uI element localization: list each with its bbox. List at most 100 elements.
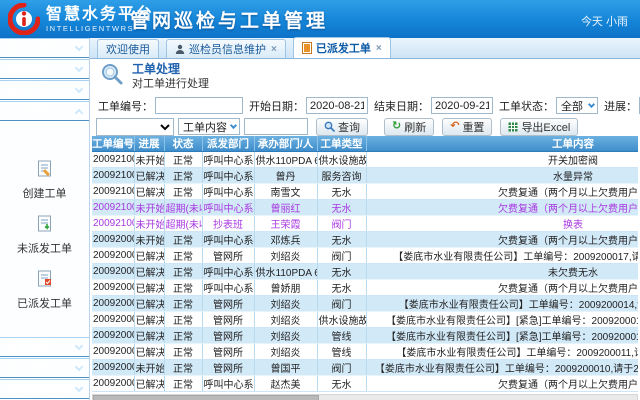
cell-no: 2009200013 (92, 312, 134, 328)
sidebar-item-create-workorder[interactable]: 创建工单 (0, 160, 89, 201)
column-header[interactable]: 状态 (164, 136, 202, 152)
refresh-icon: ↻ (392, 121, 401, 132)
cell-no: 2009200008 (92, 392, 134, 393)
magnifier-icon (324, 121, 335, 132)
cell-dispatch: 管网所 (202, 392, 254, 393)
status-select[interactable]: 全部 (556, 97, 598, 114)
start-date-input[interactable] (306, 97, 368, 114)
table-row[interactable]: 2009210004已解决正常呼叫中心系统曾丹服务咨询水量异常 (92, 168, 638, 184)
cell-status: 正常 (164, 248, 202, 264)
cell-handler: 曾丽红 (254, 200, 317, 216)
cell-dispatch: 管网所 (202, 312, 254, 328)
cell-status: 正常 (164, 232, 202, 248)
cell-progress: 已解决 (134, 264, 164, 280)
cell-handler: 南雪文 (254, 184, 317, 200)
section-title: 工单处理 (132, 62, 209, 77)
export-excel-button[interactable]: 导出Excel (500, 118, 578, 136)
end-date-input[interactable] (431, 97, 493, 114)
cell-content: 未欠费无水 (366, 264, 638, 280)
weather-status: 今天 小雨 (581, 13, 628, 29)
cell-no: 2009200009 (92, 376, 134, 392)
horizontal-scrollbar[interactable] (92, 394, 638, 400)
sidebar-item-inspection-plan[interactable]: 巡检计划 (0, 80, 89, 100)
doc-dispatched-icon (37, 270, 53, 293)
table-row[interactable]: 2009200018未开始正常呼叫中心系统邓炼兵无水欠费复通（两个月以上欠费用户… (92, 232, 638, 248)
section-subtitle: 对工单进行处理 (132, 77, 209, 91)
column-header[interactable]: 进展 (134, 136, 164, 152)
cell-content: 欠费复通（两个月以上欠费用户） (366, 376, 638, 392)
table-row[interactable]: 2009200011已解决正常管网所刘绍炎管线【娄底市水业有限责任公司】工单编号… (92, 344, 638, 360)
scrollbar-thumb[interactable] (93, 395, 319, 400)
app-window: 智慧水务平台 INTELLIGENTWRS 管网巡检与工单管理 今天 小雨 巡检… (0, 0, 640, 400)
table-header-row: 工单编号进展状态派发部门承办部门/人工单类型工单内容 (92, 136, 638, 152)
keyword-input[interactable] (244, 118, 308, 135)
sidebar-item-report-mgmt[interactable]: 报表管理 (0, 358, 89, 378)
search-button[interactable]: 查询 (316, 118, 368, 136)
close-tab-icon[interactable]: × (271, 44, 277, 55)
column-header[interactable]: 工单编号 (92, 136, 134, 152)
main-area: 欢迎使用 巡检员信息维护 × 已派发工单 × (90, 38, 640, 400)
cell-no: 2009200012 (92, 328, 134, 344)
chevron-down-icon (75, 383, 83, 391)
table-row[interactable]: 2009200009已解决正常呼叫中心系统赵杰美无水欠费复通（两个月以上欠费用户… (92, 376, 638, 392)
refresh-button[interactable]: ↻ 刷新 (384, 118, 434, 136)
table-row[interactable]: 2009200012已解决正常管网所刘绍炎管线【娄底市水业有限责任公司】[紧急]… (92, 328, 638, 344)
cell-type: 管线 (317, 344, 366, 360)
cell-no: 2009210002 (92, 200, 134, 216)
chevron-down-icon (75, 362, 83, 370)
column-header[interactable]: 派发部门 (202, 136, 254, 152)
cell-dispatch: 呼叫中心系统 (202, 376, 254, 392)
cell-no: 2009200016 (92, 264, 134, 280)
table-row[interactable]: 2009200015已解决正常呼叫中心系统曾娇朋无水欠费复通（两个月以上欠费用户… (92, 280, 638, 296)
table-row[interactable]: 2009210001未开始超期(未收到)抄表班王荣霞阀门换表 (92, 216, 638, 232)
cell-handler: 邓炼兵 (254, 232, 317, 248)
table-row[interactable]: 2009210003已解决正常呼叫中心系统南雪文无水欠费复通（两个月以上欠费用户… (92, 184, 638, 200)
cell-dispatch: 管网所 (202, 360, 254, 376)
table-row[interactable]: 2009210005未开始正常呼叫中心系统供水110PDA 61870供水设施故… (92, 152, 638, 168)
field-category-select[interactable] (96, 118, 174, 136)
table-row[interactable]: 2009200008未开始正常管网所曾国平阀门【娄底市水业有限责任公司】工单编号… (92, 392, 638, 393)
cell-dispatch: 管网所 (202, 296, 254, 312)
cell-status: 正常 (164, 312, 202, 328)
column-header[interactable]: 承办部门/人 (254, 136, 317, 152)
sidebar-item-workorder-mgmt[interactable]: 工单管理 (0, 101, 89, 121)
sidebar-item-undispatched-workorder[interactable]: 未派发工单 (0, 215, 89, 256)
cell-no: 2009210005 (92, 152, 134, 168)
column-header[interactable]: 工单类型 (317, 136, 366, 152)
cell-status: 正常 (164, 344, 202, 360)
chevron-down-icon (588, 101, 595, 108)
sidebar-item-device-mgmt[interactable]: 设备管理 (0, 59, 89, 79)
tab-welcome[interactable]: 欢迎使用 (97, 39, 159, 58)
sidebar-item-pipenet-data[interactable]: 管网数据维护 (0, 379, 89, 399)
table-row[interactable]: 2009200014已解决正常管网所刘绍炎阀门【娄底市水业有限责任公司】工单编号… (92, 296, 638, 312)
cell-type: 无水 (317, 184, 366, 200)
doc-undispatched-icon (37, 215, 53, 238)
workorder-table: 工单编号进展状态派发部门承办部门/人工单类型工单内容 2009210005未开始… (92, 136, 638, 392)
tab-inspector-info[interactable]: 巡检员信息维护 × (166, 39, 286, 58)
sidebar-item-inspector-mgmt[interactable]: 巡检员管理 (0, 38, 89, 58)
sidebar-item-dispatched-workorder[interactable]: 已派发工单 (0, 270, 89, 311)
cell-progress: 已解决 (134, 280, 164, 296)
cell-content: 【娄底市水业有限责任公司】[紧急]工单编号：2009200012,请于2020年… (366, 328, 638, 344)
cell-progress: 未开始 (134, 392, 164, 393)
reset-button[interactable]: ↶ 重置 (442, 118, 492, 136)
search-field-select[interactable]: 工单内容 (178, 118, 240, 135)
table-row[interactable]: 2009200010未开始正常管网所曾国平阀门【娄底市水业有限责任公司】工单编号… (92, 360, 638, 376)
cell-status: 正常 (164, 280, 202, 296)
table-row[interactable]: 2009200017已解决正常管网所刘绍炎阀门【娄底市水业有限责任公司】工单编号… (92, 248, 638, 264)
close-tab-icon[interactable]: × (376, 43, 382, 54)
cell-type: 无水 (317, 280, 366, 296)
table-row[interactable]: 2009210002未开始超期(未收到)呼叫中心系统曾丽红无水欠费复通（两个月以… (92, 200, 638, 216)
table-row[interactable]: 2009200013已解决正常管网所刘绍炎供水设施故障【娄底市水业有限责任公司】… (92, 312, 638, 328)
table-row[interactable]: 2009200016已解决正常呼叫中心系统供水110PDA 61870无水未欠费… (92, 264, 638, 280)
sidebar-item-supervision-mgmt[interactable]: 监查管理 (0, 337, 89, 357)
column-header[interactable]: 工单内容 (366, 136, 638, 152)
tab-dispatched-workorder[interactable]: 已派发工单 × (293, 37, 391, 58)
cell-content: 欠费复通（两个月以上欠费用户） (366, 184, 638, 200)
cell-handler: 刘绍炎 (254, 344, 317, 360)
cell-status: 正常 (164, 152, 202, 168)
cell-no: 2009200011 (92, 344, 134, 360)
cell-handler: 刘绍炎 (254, 328, 317, 344)
sidebar: 巡检员管理 设备管理 巡检计划 工单管理 创建工单 (0, 38, 90, 400)
order-no-input[interactable] (155, 97, 243, 114)
